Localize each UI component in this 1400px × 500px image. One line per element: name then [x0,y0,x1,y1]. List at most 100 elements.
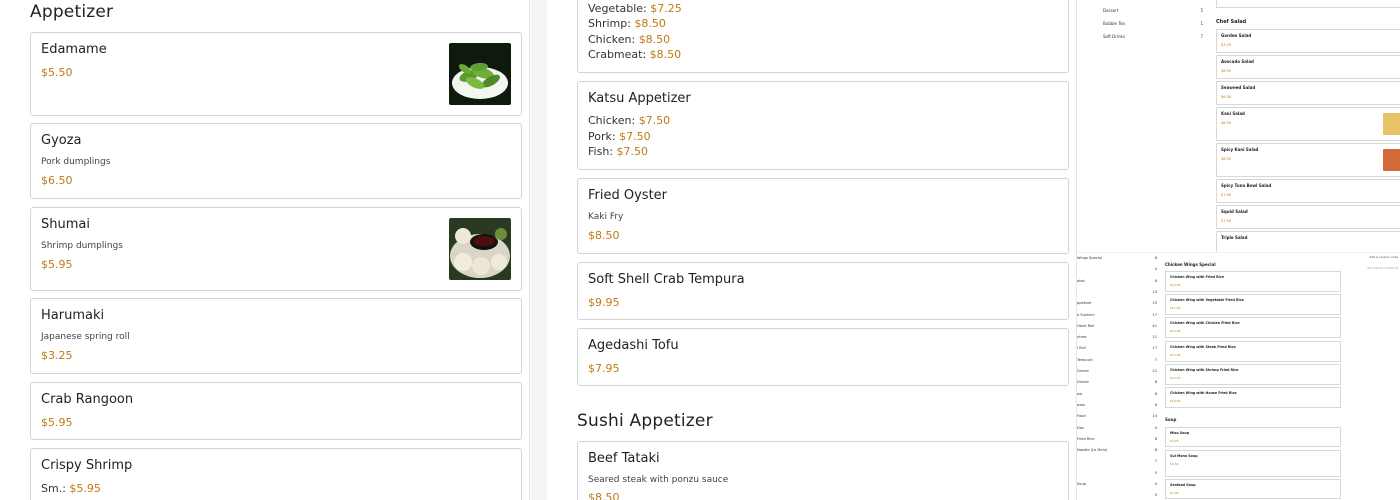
coupon-link[interactable]: Add a coupon code [1369,255,1398,259]
item-name: Soft Shell Crab Tempura [588,272,745,287]
category-item[interactable]: alad 8 [1077,279,1157,287]
category-item[interactable]: Dessert 5 [1103,8,1203,16]
category-item[interactable]: Soft Drinks 7 [1103,34,1203,42]
preview-card[interactable]: Chicken Wing with Vegetable Fried Rice $1… [1165,294,1341,316]
preview-card[interactable]: Chicken Wing with Fried Rice $10.95 [1165,271,1341,292]
preview-card[interactable]: Avocado Salad $6.95 [1216,55,1400,79]
category-item[interactable]: 4 [1077,267,1157,275]
appetizer-panel-continued: Vegetable: $7.25 Shrimp: $8.50 Chicken: … [547,0,1077,500]
menu-item-card[interactable]: Vegetable: $7.25 Shrimp: $8.50 Chicken: … [577,0,1069,73]
menu-item-card[interactable]: Crab Rangoon $5.95 [30,382,522,440]
size-price-line: Crabmeat: $8.50 [588,48,682,61]
category-item[interactable]: Wings Special 6 [1077,256,1157,264]
menu-item-card[interactable]: Edamame $5.50 [30,32,522,116]
category-item[interactable]: 13 [1077,290,1157,298]
category-item[interactable]: Soup 4 [1077,482,1157,490]
category-item[interactable]: e Sushimi 17 [1077,313,1157,321]
item-description: Japanese spring roll [41,332,130,342]
preview-card[interactable]: Chicken Wing with Shrimp Fried Rice $13.9… [1165,363,1341,385]
menu-item-card[interactable]: Shumai Shrimp dumplings $5.95 [30,207,522,291]
category-item[interactable]: Dinner 22 [1077,369,1157,377]
size-price-line: Sm.: $5.95 [41,482,101,495]
category-item[interactable]: 5 [1077,493,1157,500]
category-item[interactable]: Dinner 8 [1077,380,1157,388]
menu-preview-panel: Dessert 5 Bubble Tea 1 Soft Drinks 7 Chef S… [1077,0,1400,500]
item-name: Beef Tataki [588,451,660,466]
item-price: $8.50 [588,491,620,500]
category-item[interactable]: Don 4 [1077,426,1157,434]
item-price: $6.50 [41,174,73,187]
menu-item-card[interactable]: Soft Shell Crab Tempura $9.95 [577,262,1069,320]
preview-card[interactable] [1216,0,1400,8]
item-name: Fried Oyster [588,188,668,203]
item-price: $9.95 [588,296,620,309]
item-name: Gyoza [41,133,82,148]
item-description: Kaki Fry [588,212,624,222]
size-price-line: Shrimp: $8.50 [588,17,666,30]
category-item[interactable]: 5 [1077,471,1157,479]
category-item[interactable]: owls 6 [1077,403,1157,411]
preview-card[interactable]: Garden Salad $3.25 [1216,29,1400,53]
size-price-line: Pork: $7.50 [588,130,651,143]
section-title-sushi-appetizer: Sushi Appetizer [577,411,713,431]
category-item[interactable]: Food 14 [1077,414,1157,422]
preview-card[interactable]: Kani Salad $6.50 [1216,107,1400,141]
size-price-line: Chicken: $7.50 [588,114,671,127]
size-price: $5.95 [69,482,101,495]
category-item[interactable]: ntree 11 [1077,335,1157,343]
item-price: $3.25 [41,349,73,362]
preview-heading: Chef Salad [1216,19,1247,25]
item-description: Seared steak with ponzu sauce [588,475,729,485]
item-price: $5.50 [41,66,73,79]
preview-card[interactable]: Chicken Wing with House Fried Rice $14.95 [1165,387,1341,408]
page-gutter [531,0,547,500]
shumai-photo [449,218,511,280]
item-name: Crab Rangoon [41,392,134,407]
item-name: Agedashi Tofu [588,338,679,353]
menu-item-card[interactable]: Gyoza Pork dumplings $6.50 [30,123,522,199]
menu-item-card[interactable]: Fried Oyster Kaki Fry $8.50 [577,178,1069,254]
category-item[interactable]: 7 [1077,459,1157,467]
edamame-photo [449,43,511,105]
size-label: Sm.: [41,482,66,495]
preview-heading: Soup [1165,417,1177,422]
preview-card[interactable]: Miso Soup $3.25 [1165,427,1341,447]
item-name: Edamame [41,42,107,57]
kani-salad-photo [1383,113,1400,135]
wings-soup-preview: Wings Special 6 4 alad 8 13 ppetizer 15 e Sushim… [1077,252,1400,500]
menu-item-card[interactable]: Crispy Shrimp Sm.: $5.95 [30,448,522,500]
category-item[interactable]: Hand Roll 41 [1077,324,1157,332]
menu-item-card[interactable]: Harumaki Japanese spring roll $3.25 [30,298,522,374]
preview-card[interactable]: Chicken Wing with Steak Fried Rice $13.95 [1165,340,1341,362]
item-name: Shumai [41,217,90,232]
item-description: Pork dumplings [41,157,111,167]
item-description: Shrimp dumplings [41,241,123,251]
spicy-kani-salad-photo [1383,149,1400,171]
category-item[interactable]: Tempura 7 [1077,358,1157,366]
size-price-line: Fish: $7.50 [588,145,648,158]
checkout-button[interactable]: Proceed to checkout [1367,266,1398,270]
category-item[interactable]: Noodle (Lo Mein) 8 [1077,448,1157,456]
category-item[interactable]: ow 6 [1077,392,1157,400]
preview-card[interactable]: Seafood Soup $7.95 [1165,479,1341,499]
menu-item-card[interactable]: Agedashi Tofu $7.95 [577,328,1069,386]
preview-card[interactable]: Seaweed Salad $6.50 [1216,81,1400,105]
preview-card[interactable]: Chicken Wing with Chicken Fried Rice $12.… [1165,317,1341,339]
item-price: $5.95 [41,416,73,429]
preview-card[interactable]: Spicy Kani Salad $6.50 [1216,143,1400,177]
category-item[interactable]: Fried Rice 8 [1077,437,1157,445]
item-price: $8.50 [588,229,620,242]
menu-item-card[interactable]: Beef Tataki Seared steak with ponzu sauc… [577,441,1069,500]
item-price: $5.95 [41,258,73,271]
menu-item-card[interactable]: Katsu Appetizer Chicken: $7.50 Pork: $7.… [577,81,1069,170]
category-item[interactable]: l Roll 17 [1077,346,1157,354]
preview-heading: Chicken Wings Special [1165,262,1216,267]
salad-preview: Dessert 5 Bubble Tea 1 Soft Drinks 7 Chef S… [1095,0,1400,255]
category-item[interactable]: Bubble Tea 1 [1103,21,1203,29]
category-item[interactable]: ppetizer 15 [1077,301,1157,309]
size-price-line: Vegetable: $7.25 [588,2,682,15]
item-name: Harumaki [41,308,105,323]
preview-card[interactable]: Sui Mono Soup $3.50 [1165,450,1341,477]
preview-card[interactable]: Squid Salad $7.50 [1216,205,1400,229]
preview-card[interactable]: Spicy Tuna Bowl Salad $7.95 [1216,179,1400,203]
